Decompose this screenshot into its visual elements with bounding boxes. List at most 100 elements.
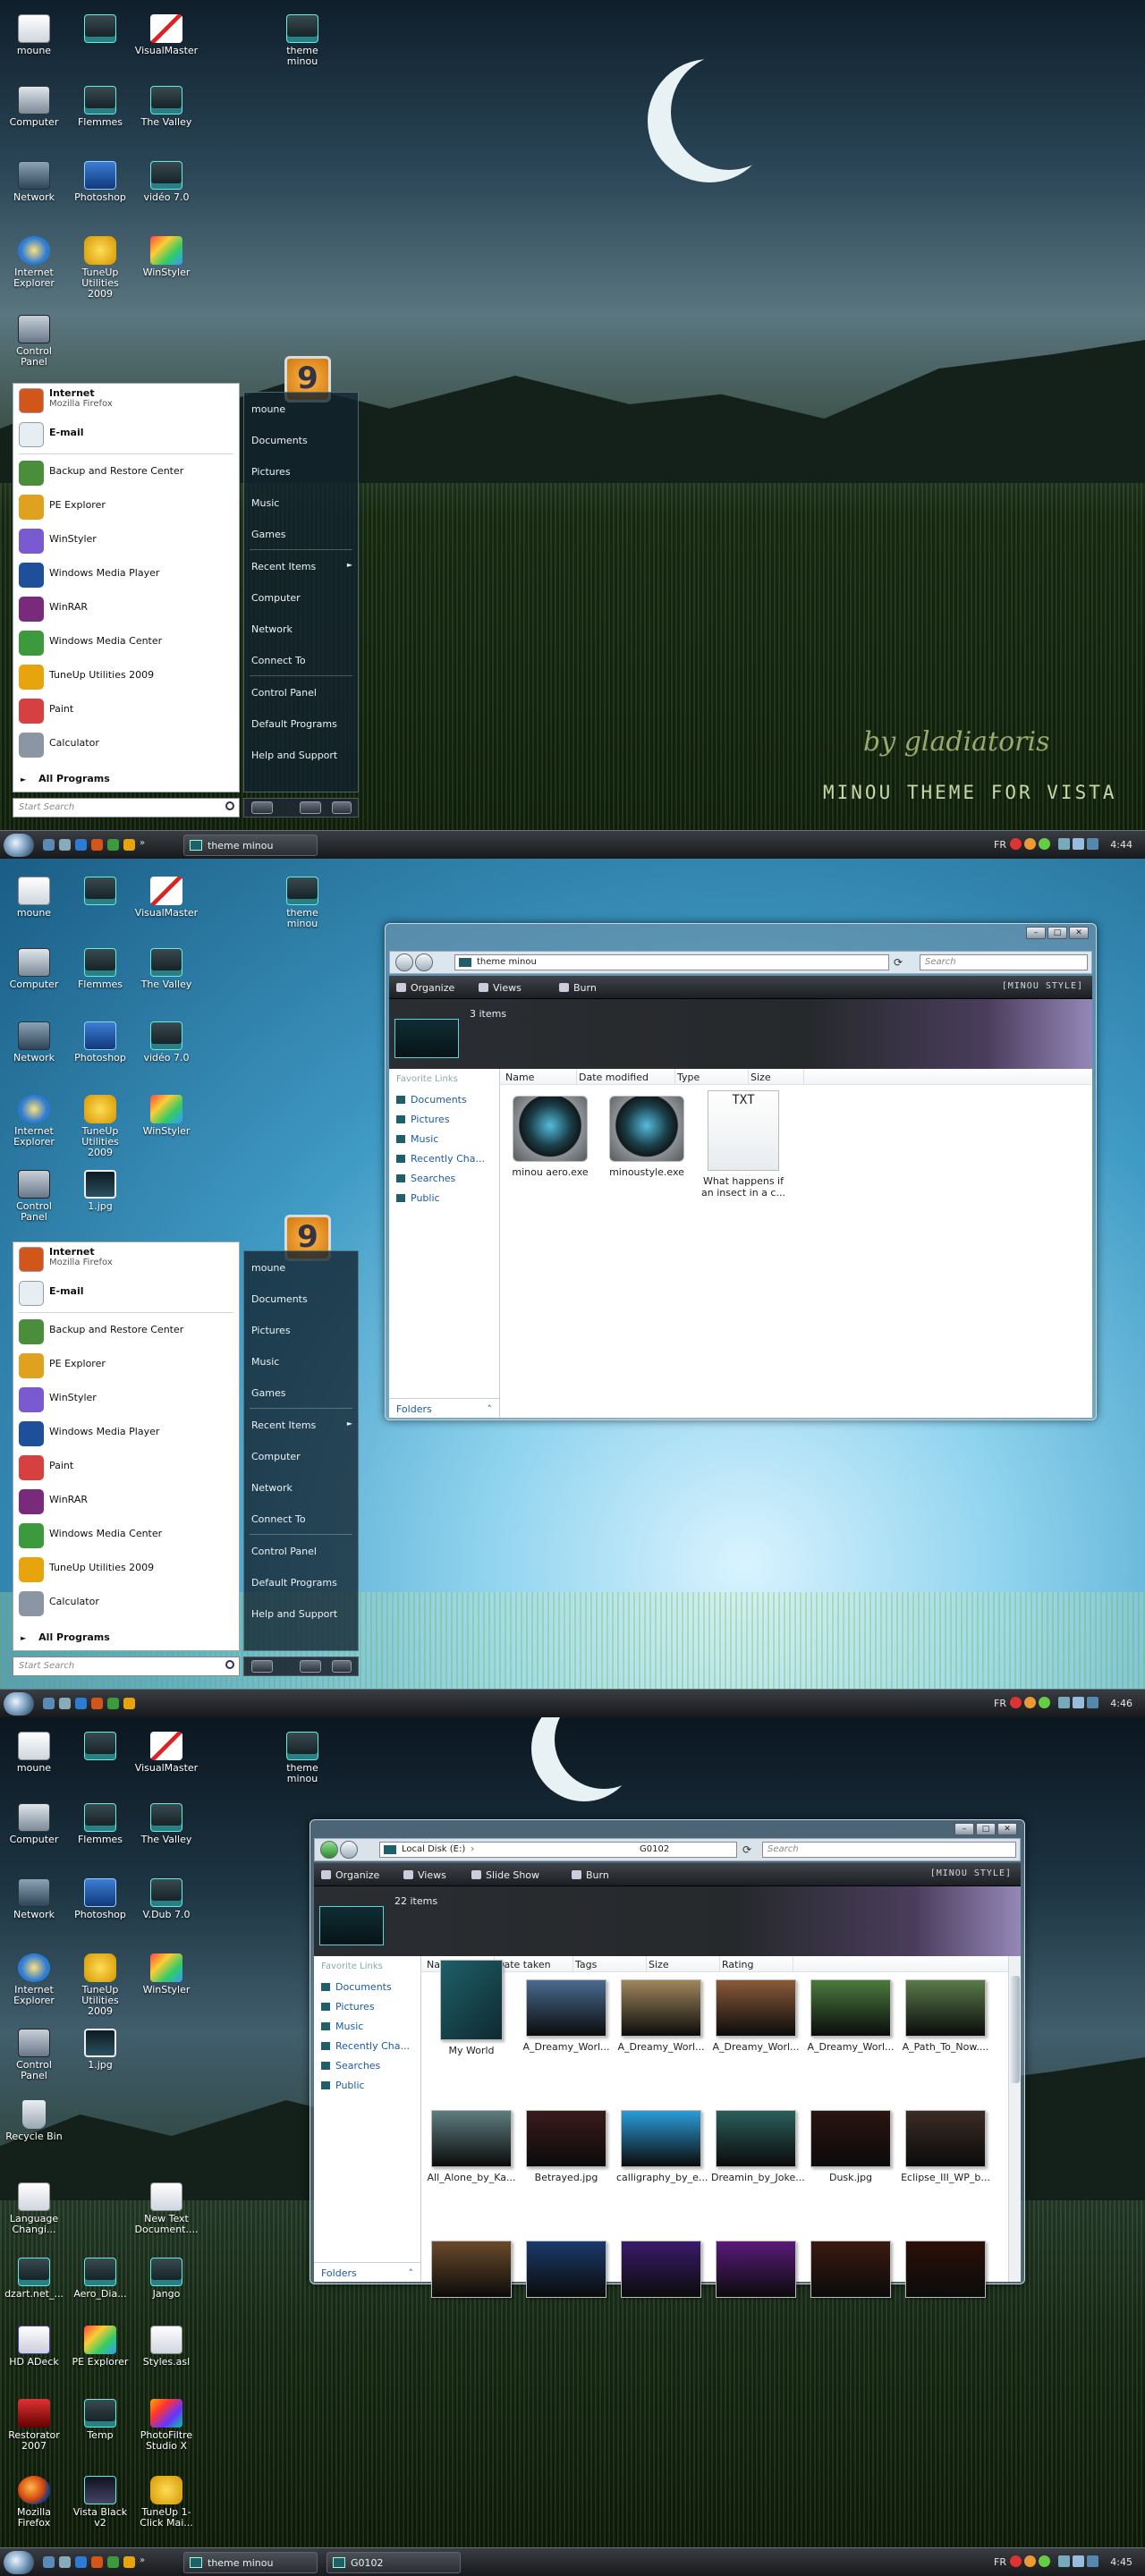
minimize-button[interactable]: – [954, 1823, 974, 1835]
lock-icon[interactable] [300, 1660, 321, 1673]
file-item[interactable] [616, 2241, 706, 2302]
file-item[interactable]: TXT What happens if an insect in a c... [699, 1090, 788, 1199]
update-icon[interactable] [1039, 838, 1050, 850]
switch-windows-icon[interactable] [59, 1698, 71, 1709]
more-chevron-icon[interactable]: » [140, 838, 151, 850]
recent-windows-media-player[interactable]: Windows Media Player [13, 1417, 239, 1451]
views-menu[interactable]: Views [479, 982, 522, 994]
search-box[interactable]: Search [920, 954, 1088, 970]
file-item[interactable]: Dreamin_by_Joke... [711, 2110, 805, 2183]
file-item[interactable]: A_Dreamy_Worl... [806, 1979, 895, 2053]
desktop-icon-winstyler[interactable]: WinStyler [134, 1095, 199, 1137]
desktop-icon-computer[interactable]: Computer [2, 948, 66, 990]
file-item[interactable]: Betrayed.jpg [522, 2110, 611, 2183]
forward-button[interactable] [340, 1841, 358, 1859]
display-icon[interactable] [1087, 2555, 1098, 2567]
place-moune[interactable]: moune [244, 1251, 358, 1283]
start-search-input[interactable]: Start Search [13, 798, 240, 818]
desktop-icon-tuneup-1-click-mai[interactable]: TuneUp 1-Click Mai... [134, 2476, 199, 2529]
close-button[interactable]: ✕ [1069, 927, 1089, 939]
start-orb[interactable] [4, 1692, 34, 1716]
recent-tuneup-utilities-2009[interactable]: TuneUp Utilities 2009 [13, 660, 239, 694]
desktop-icon-restorator-2007[interactable]: Restorator 2007 [2, 2399, 66, 2452]
file-item[interactable]: My World [427, 1960, 516, 2056]
col-date-modified[interactable]: Date modified [579, 1069, 675, 1085]
recent-pe-explorer[interactable]: PE Explorer [13, 490, 239, 524]
desktop-icon-1-jpg[interactable]: 1.jpg [68, 1170, 132, 1212]
desktop-icon-network[interactable]: Network [2, 1021, 66, 1063]
fav-recently-changed[interactable]: Recently Cha... [396, 1153, 496, 1165]
file-item[interactable]: A_Dreamy_Worl... [522, 1979, 611, 2053]
show-desktop-icon[interactable] [43, 839, 55, 851]
fav-documents[interactable]: Documents [321, 1981, 392, 1993]
firefox-icon[interactable] [91, 2556, 103, 2568]
lock-icon[interactable] [300, 801, 321, 814]
language-indicator[interactable]: FR [994, 839, 1006, 851]
clock[interactable]: 4:46 [1110, 1698, 1132, 1709]
recent-windows-media-player[interactable]: Windows Media Player [13, 558, 239, 592]
desktop-icon-blank[interactable] [68, 14, 132, 46]
desktop-icon-blank[interactable] [68, 1732, 132, 1763]
file-item[interactable]: A_Path_To_Now.... [901, 1979, 990, 2053]
file-item[interactable] [806, 2241, 895, 2302]
place-games[interactable]: Games [244, 1377, 358, 1408]
desktop-icon-visualmaster[interactable]: VisualMaster [134, 1732, 199, 1774]
desktop-icon-internet-explorer[interactable]: Internet Explorer [2, 1953, 66, 2006]
desktop-icon-photofiltre-studio-x[interactable]: PhotoFiltre Studio X [134, 2399, 199, 2452]
desktop-icon-photoshop[interactable]: Photoshop [68, 161, 132, 203]
language-indicator[interactable]: FR [994, 2556, 1006, 2568]
desktop-icon-network[interactable]: Network [2, 161, 66, 203]
fav-documents[interactable]: Documents [396, 1094, 467, 1106]
vertical-scrollbar[interactable] [1008, 1956, 1021, 2282]
desktop-icon-new-text-document[interactable]: New Text Document.... [134, 2182, 199, 2235]
power-icon[interactable] [251, 801, 273, 814]
taskbar-window-theme-minou[interactable]: theme minou [183, 2552, 318, 2573]
fav-public[interactable]: Public [396, 1192, 440, 1204]
media-icon[interactable] [107, 839, 119, 851]
folders-toggle[interactable]: Folders ˄ [314, 2262, 420, 2282]
place-computer[interactable]: Computer [244, 581, 358, 613]
place-music[interactable]: Music [244, 487, 358, 518]
switch-windows-icon[interactable] [59, 839, 71, 851]
desktop-icon-pe-explorer[interactable]: PE Explorer [68, 2326, 132, 2368]
network-icon[interactable] [1058, 2555, 1070, 2567]
media-icon[interactable] [107, 2556, 119, 2568]
file-item[interactable]: calligraphy_by_e... [616, 2110, 708, 2183]
all-programs-button[interactable]: All Programs [21, 1631, 110, 1643]
desktop-icon-the-valley[interactable]: The Valley [134, 1803, 199, 1845]
file-item[interactable]: A_Dreamy_Worl... [616, 1979, 706, 2053]
desktop-icon-tuneup-utilities-2009[interactable]: TuneUp Utilities 2009 [68, 236, 132, 300]
organize-menu[interactable]: Organize [396, 982, 454, 994]
search-box[interactable]: Search [762, 1842, 1016, 1858]
back-button[interactable] [320, 1841, 338, 1859]
start-orb[interactable] [4, 2551, 34, 2574]
maximize-button[interactable]: □ [976, 1823, 996, 1835]
fav-pictures[interactable]: Pictures [396, 1114, 450, 1125]
taskbar-window-theme-minou[interactable]: theme minou [183, 835, 318, 856]
pinned-internet[interactable]: Internet Mozilla Firefox [13, 384, 239, 418]
desktop-icon-the-valley[interactable]: The Valley [134, 948, 199, 990]
fav-recently-changed[interactable]: Recently Cha... [321, 2040, 418, 2052]
start-search-input[interactable]: Start Search [13, 1657, 240, 1676]
place-help-and-support[interactable]: Help and Support [244, 1597, 358, 1629]
place-documents[interactable]: Documents [244, 424, 358, 455]
file-item[interactable]: minou aero.exe [505, 1096, 595, 1178]
language-indicator[interactable]: FR [994, 1698, 1006, 1709]
file-item[interactable]: minoustyle.exe [602, 1096, 691, 1178]
recent-backup-and-restore-center[interactable]: Backup and Restore Center [13, 456, 239, 490]
recent-paint[interactable]: Paint [13, 1451, 239, 1485]
recent-tuneup-utilities-2009[interactable]: TuneUp Utilities 2009 [13, 1553, 239, 1587]
fav-public[interactable]: Public [321, 2080, 365, 2091]
clock[interactable]: 4:44 [1110, 839, 1132, 851]
desktop-icon-photoshop[interactable]: Photoshop [68, 1878, 132, 1920]
desktop-icon-language-changi[interactable]: Language Changi... [2, 2182, 66, 2235]
desktop-icon-control-panel[interactable]: Control Panel [2, 2029, 66, 2081]
col-name[interactable]: Name [505, 1069, 577, 1085]
recent-windows-media-center[interactable]: Windows Media Center [13, 1519, 239, 1553]
place-recent-items[interactable]: Recent Items [244, 1409, 358, 1440]
tuneup-icon[interactable] [123, 2556, 135, 2568]
shutdown-options-chevron-icon[interactable] [332, 1660, 352, 1673]
desktop-icon-flemmes[interactable]: Flemmes [68, 1803, 132, 1845]
power-icon[interactable] [251, 1660, 273, 1673]
forward-button[interactable] [415, 953, 433, 971]
